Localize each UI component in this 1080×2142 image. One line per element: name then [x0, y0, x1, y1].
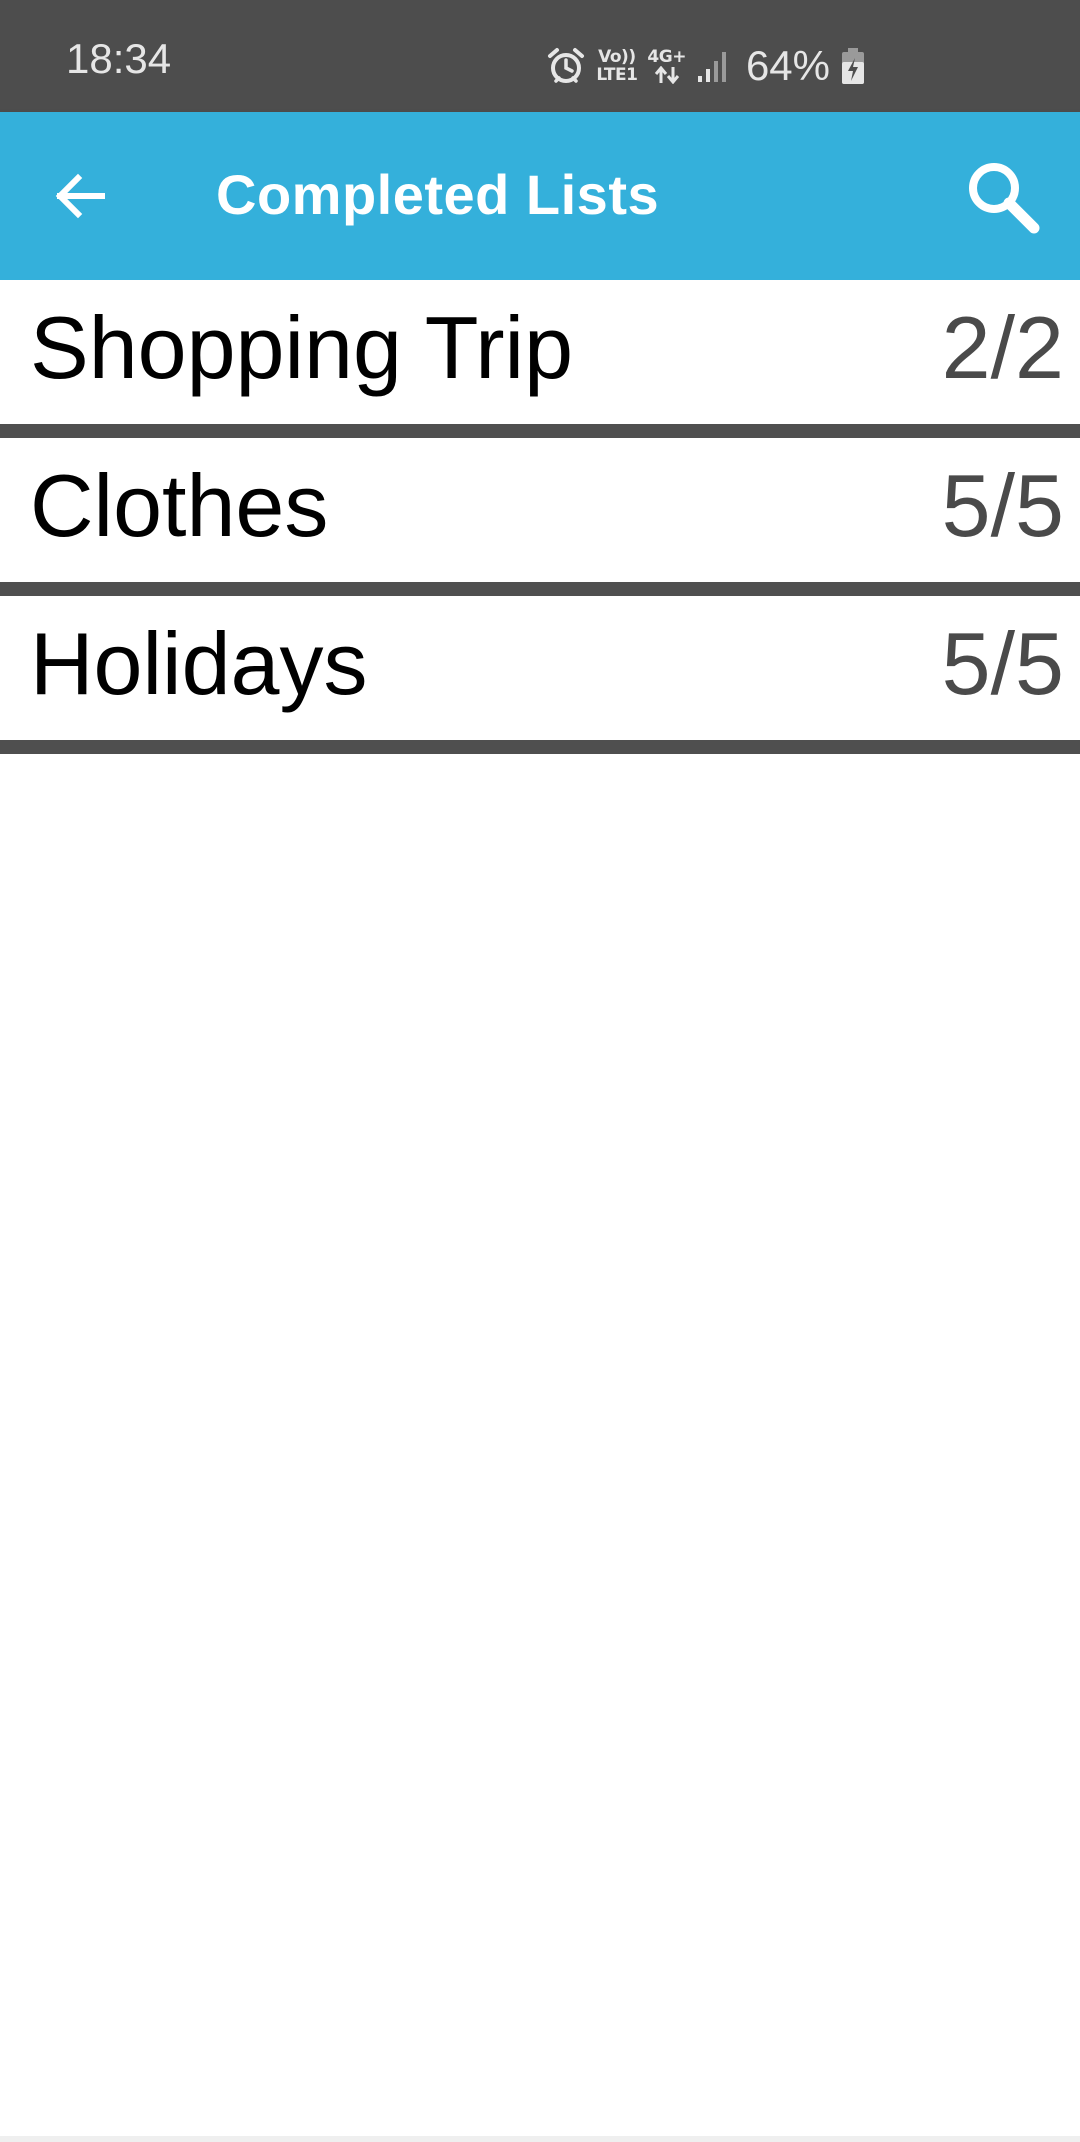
volte-top-label: Vo)): [598, 47, 636, 67]
battery-charging-icon: [840, 46, 866, 86]
list-item-shopping-trip[interactable]: Shopping Trip 2/2: [0, 280, 1080, 438]
completed-lists: Shopping Trip 2/2 Clothes 5/5 Holidays 5…: [0, 280, 1080, 754]
back-button[interactable]: [40, 156, 120, 236]
data-4g-icon: 4G+: [647, 48, 686, 84]
app-bar: Completed Lists: [0, 112, 1080, 280]
data-arrows-icon: [654, 66, 679, 84]
list-item-holidays[interactable]: Holidays 5/5: [0, 596, 1080, 754]
status-time: 18:34: [66, 35, 172, 82]
status-bar: 18:34 Vo)) LTE1 4G+ 64%: [0, 0, 1080, 112]
alarm-icon: [546, 46, 586, 86]
bottom-divider: [0, 2136, 1080, 2142]
volte-bottom-label: LTE1: [596, 65, 638, 85]
list-item-clothes[interactable]: Clothes 5/5: [0, 438, 1080, 596]
arrow-left-icon: [55, 173, 105, 219]
search-button[interactable]: [954, 148, 1050, 244]
signal-icon: [696, 48, 732, 84]
list-item-count: 5/5: [941, 456, 1064, 555]
network-type-label: 4G+: [647, 47, 686, 67]
battery-percent: 64%: [745, 42, 830, 89]
status-icons: Vo)) LTE1 4G+ 64%: [546, 36, 866, 96]
volte-icon: Vo)) LTE1: [596, 47, 638, 85]
page-title: Completed Lists: [216, 163, 660, 226]
list-item-name: Clothes: [30, 456, 329, 555]
list-item-count: 2/2: [941, 298, 1064, 397]
list-item-count: 5/5: [941, 614, 1064, 713]
list-item-name: Holidays: [30, 614, 368, 713]
list-item-name: Shopping Trip: [30, 298, 574, 397]
search-icon: [969, 163, 1040, 234]
